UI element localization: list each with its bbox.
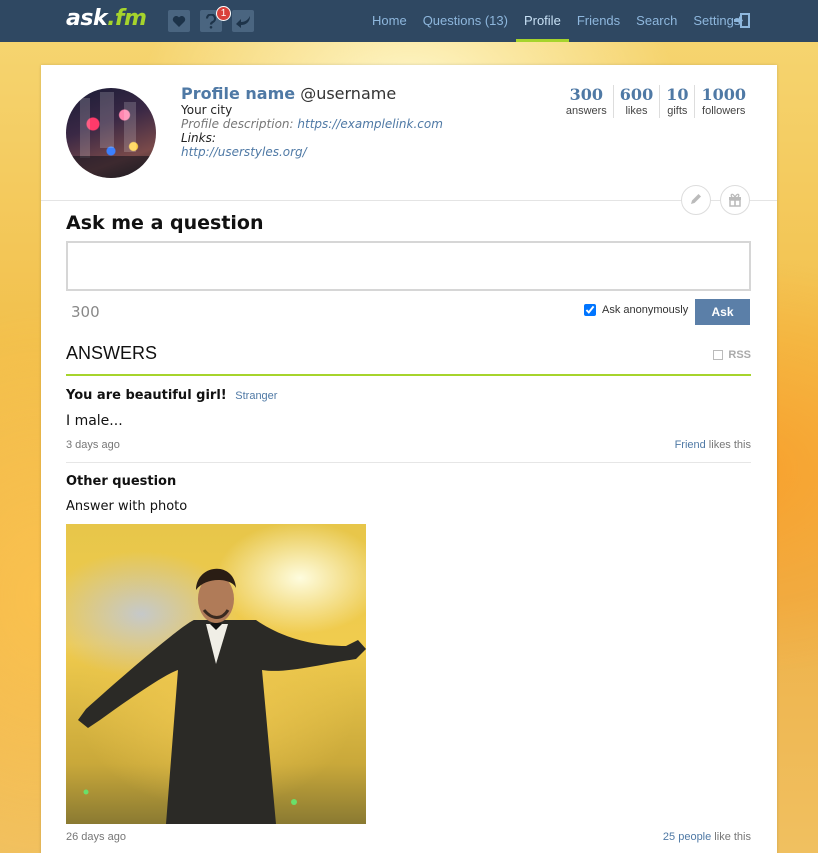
nav-friends[interactable]: Friends [569, 0, 628, 42]
stat-value: 10 [666, 85, 689, 104]
profile-link[interactable]: http://userstyles.org/ [181, 145, 307, 159]
answer-likes: 25 people like this [663, 831, 751, 843]
likes-suffix: likes this [705, 439, 751, 451]
ask-button[interactable]: Ask [695, 299, 750, 325]
asker-name[interactable]: Stranger [235, 390, 277, 402]
description-link[interactable]: https://examplelink.com [297, 117, 443, 131]
stat-answers[interactable]: 300 answers [560, 85, 613, 118]
stat-label: gifts [667, 105, 688, 117]
edit-profile-button[interactable] [681, 185, 711, 215]
ask-anonymously-toggle[interactable]: Ask anonymously [584, 304, 688, 316]
gift-icon [727, 191, 743, 210]
ask-question-title: Ask me a question [66, 212, 264, 234]
links-label: Links: [181, 131, 216, 145]
divider [41, 200, 777, 201]
pencil-icon [689, 192, 703, 209]
reply-arrow-icon[interactable] [232, 10, 254, 32]
logo-main: ask [66, 6, 108, 31]
likers-link[interactable]: 25 people [663, 831, 711, 843]
stat-label: likes [625, 105, 648, 117]
anonymous-label: Ask anonymously [602, 304, 689, 316]
answer-text: I male... [66, 413, 123, 429]
nav-home[interactable]: Home [364, 0, 415, 42]
description-label: Profile description: [181, 117, 294, 131]
profile-stats: 300 answers 600 likes 10 gifts 1000 foll… [560, 85, 752, 118]
question-text: You are beautiful girl! [66, 388, 227, 403]
profile-username: @username [300, 84, 397, 103]
heart-icon[interactable] [168, 10, 190, 32]
stat-value: 300 [569, 85, 604, 104]
profile-heading: Profile name @username [181, 84, 396, 103]
rss-label: RSS [728, 349, 751, 361]
answer-likes: Friend likes this [675, 439, 751, 451]
rss-icon [713, 350, 724, 360]
stat-followers[interactable]: 1000 followers [694, 85, 752, 118]
top-navigation-bar: ask.fm 1 Home Questions (13) Profile Fri… [0, 0, 818, 42]
profile-panel: Profile name @username Your city Profile… [41, 65, 777, 853]
answers-divider [66, 374, 751, 376]
nav-questions[interactable]: Questions (13) [415, 0, 516, 42]
stat-likes[interactable]: 600 likes [612, 85, 659, 118]
question-text: Other question [66, 474, 177, 489]
character-counter: 300 [71, 303, 100, 321]
send-gift-button[interactable] [720, 185, 750, 215]
stat-label: followers [702, 105, 746, 117]
anonymous-checkbox[interactable] [584, 304, 596, 316]
stat-label: answers [565, 105, 607, 117]
likes-suffix: like this [711, 831, 751, 843]
answer-text: Answer with photo [66, 499, 188, 514]
stat-gifts[interactable]: 10 gifts [659, 85, 694, 118]
nav-profile[interactable]: Profile [515, 0, 569, 42]
nav-search[interactable]: Search [628, 0, 685, 42]
rss-link[interactable]: RSS [713, 349, 751, 361]
answer-separator [66, 462, 751, 463]
stat-value: 1000 [701, 85, 746, 104]
main-nav: Home Questions (13) Profile Friends Sear… [364, 0, 748, 42]
likers-link[interactable]: Friend [675, 439, 706, 451]
answer-photo[interactable] [66, 524, 366, 824]
question-input[interactable] [66, 241, 751, 291]
profile-city: Your city [181, 103, 233, 117]
logout-icon[interactable] [733, 13, 750, 31]
answer-time[interactable]: 26 days ago [66, 831, 126, 843]
askfm-logo[interactable]: ask.fm [66, 6, 147, 31]
profile-description: Profile description: https://examplelink… [181, 117, 443, 131]
avatar[interactable] [66, 88, 156, 178]
profile-name[interactable]: Profile name [181, 84, 295, 103]
notification-badge: 1 [216, 6, 231, 21]
answer-question: You are beautiful girl! Stranger [66, 388, 277, 403]
answers-heading: ANSWERS [66, 343, 158, 363]
logo-suffix: .fm [107, 6, 147, 31]
stat-value: 600 [619, 85, 654, 104]
answer-time[interactable]: 3 days ago [66, 439, 120, 451]
